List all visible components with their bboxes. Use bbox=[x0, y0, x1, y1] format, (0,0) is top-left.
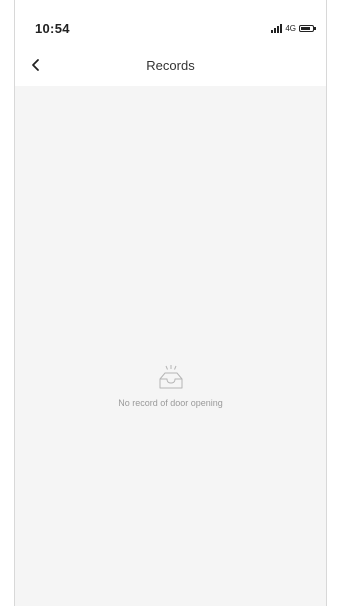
network-type: 4G bbox=[285, 23, 296, 33]
empty-inbox-icon bbox=[159, 365, 182, 389]
empty-state: No record of door opening bbox=[15, 364, 326, 408]
empty-state-message: No record of door opening bbox=[118, 398, 223, 408]
phone-viewport: 10:54 4G Records No record of door openi… bbox=[15, 0, 326, 606]
status-bar: 10:54 4G bbox=[15, 0, 326, 44]
status-time: 10:54 bbox=[35, 21, 70, 36]
app-screen: 10:54 4G Records No record of door openi… bbox=[0, 0, 342, 606]
status-indicators: 4G bbox=[271, 22, 316, 34]
frame-border-right bbox=[326, 0, 327, 606]
page-title: Records bbox=[146, 58, 195, 73]
signal-bars-icon bbox=[271, 23, 283, 33]
battery-icon bbox=[299, 24, 316, 32]
navigation-bar: Records bbox=[15, 44, 326, 86]
